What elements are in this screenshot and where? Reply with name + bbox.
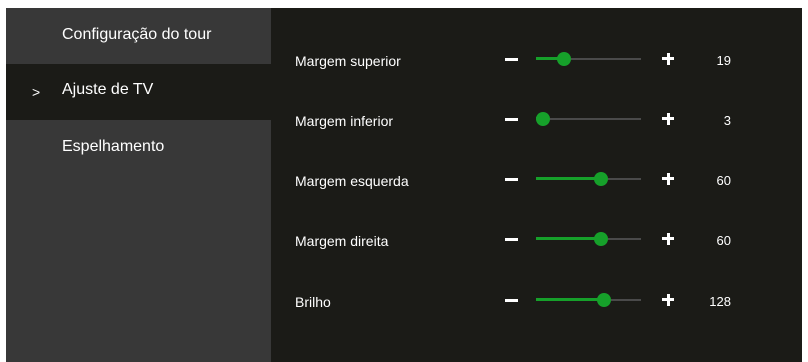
setting-label: Brilho [295, 294, 331, 310]
sidebar-item-label: Ajuste de TV [62, 81, 154, 98]
slider-thumb[interactable] [597, 293, 611, 307]
slider-fill [536, 177, 601, 180]
setting-row-brightness: Brilho 128 [271, 286, 802, 316]
margin-bottom-slider[interactable] [536, 105, 641, 135]
slider-thumb[interactable] [557, 52, 571, 66]
sidebar-item-tv-adjust[interactable]: > Ajuste de TV [6, 64, 271, 120]
slider-track [536, 118, 641, 120]
plus-icon[interactable] [659, 45, 679, 75]
slider-thumb[interactable] [594, 172, 608, 186]
margin-right-slider[interactable] [536, 225, 641, 255]
setting-value: 19 [716, 53, 731, 68]
setting-label: Margem esquerda [295, 173, 409, 189]
setting-row-margin-left: Margem esquerda 60 [271, 165, 802, 195]
slider-fill [536, 237, 601, 240]
sidebar-item-mirroring[interactable]: Espelhamento [6, 120, 271, 176]
slider-fill [536, 298, 604, 301]
sidebar: Configuração do tour > Ajuste de TV Espe… [6, 8, 271, 362]
minus-icon[interactable] [503, 225, 523, 255]
slider-thumb[interactable] [594, 232, 608, 246]
margin-left-slider[interactable] [536, 165, 641, 195]
plus-icon[interactable] [659, 225, 679, 255]
plus-icon[interactable] [659, 286, 679, 316]
setting-label: Margem superior [295, 53, 401, 69]
setting-label: Margem inferior [295, 113, 394, 129]
minus-icon[interactable] [503, 105, 523, 135]
slider-thumb[interactable] [536, 112, 550, 126]
sidebar-item-tour-config[interactable]: Configuração do tour [6, 8, 271, 64]
setting-label: Margem direita [295, 233, 389, 249]
settings-panel: Margem superior 19 Margem inferior 3 Mar… [271, 8, 802, 362]
tv-settings-window: Configuração do tour > Ajuste de TV Espe… [6, 8, 802, 362]
brightness-slider[interactable] [536, 286, 641, 316]
setting-row-margin-right: Margem direita 60 [271, 225, 802, 255]
setting-value: 128 [709, 294, 731, 309]
setting-value: 60 [716, 233, 731, 248]
margin-top-slider[interactable] [536, 45, 641, 75]
minus-icon[interactable] [503, 45, 523, 75]
minus-icon[interactable] [503, 286, 523, 316]
plus-icon[interactable] [659, 165, 679, 195]
plus-icon[interactable] [659, 105, 679, 135]
chevron-right-icon: > [32, 84, 41, 100]
setting-row-margin-top: Margem superior 19 [271, 45, 802, 75]
setting-value: 3 [723, 113, 731, 128]
setting-row-margin-bottom: Margem inferior 3 [271, 105, 802, 135]
sidebar-item-label: Configuração do tour [62, 26, 212, 43]
sidebar-item-label: Espelhamento [62, 138, 165, 155]
minus-icon[interactable] [503, 165, 523, 195]
setting-value: 60 [716, 173, 731, 188]
